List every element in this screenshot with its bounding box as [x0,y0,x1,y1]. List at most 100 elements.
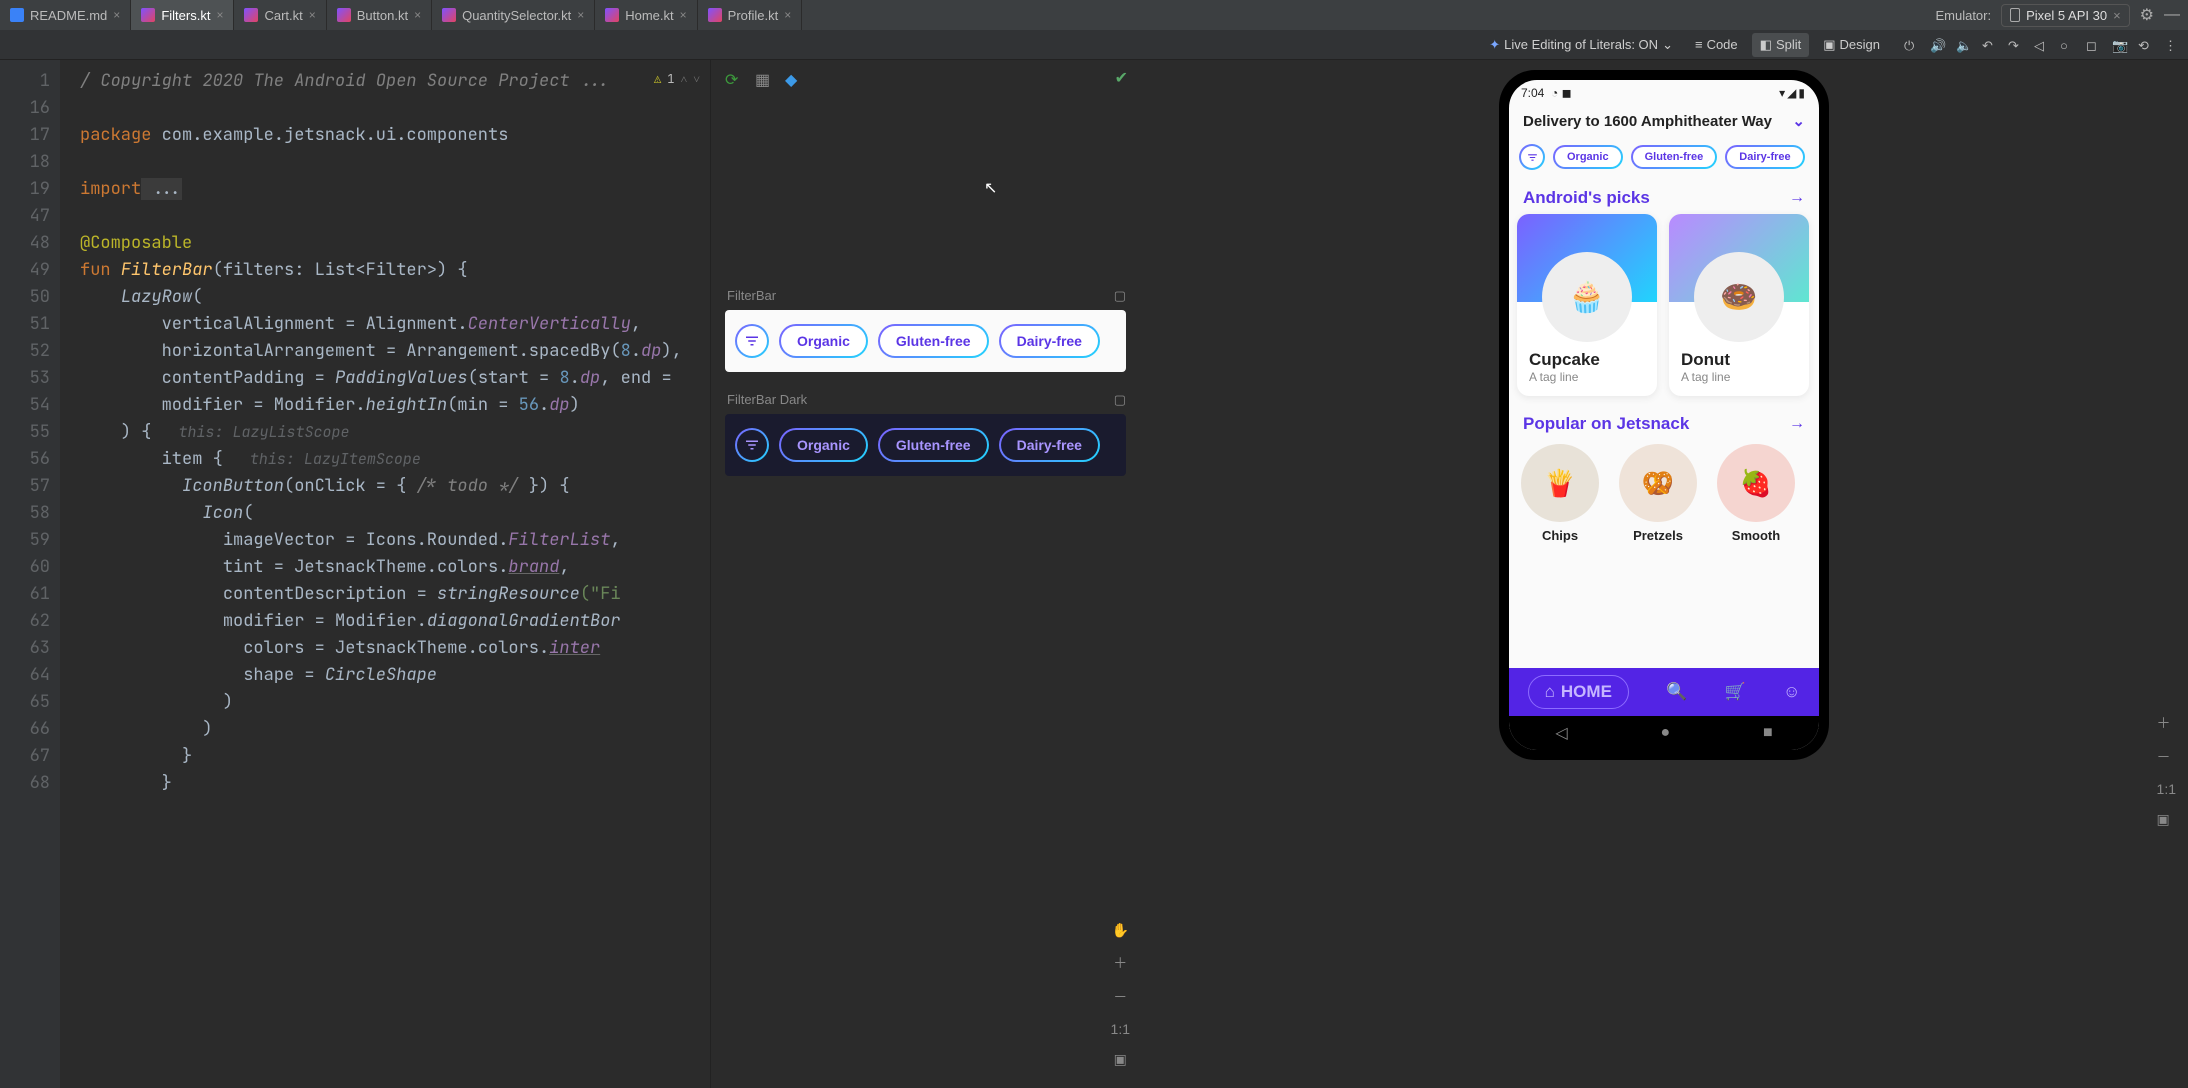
overview-icon[interactable]: ■ [1763,724,1773,742]
tab-quantity[interactable]: QuantitySelector.kt× [432,0,595,30]
overview-icon[interactable]: ◻ [2086,38,2100,52]
profile-icon[interactable]: ☺ [1783,682,1800,702]
home-icon[interactable]: ○ [2060,38,2074,52]
device-icon[interactable]: ▢ [1114,288,1126,304]
markdown-icon [10,8,24,22]
close-icon[interactable]: × [577,8,584,22]
chip-organic[interactable]: Organic [1553,145,1623,169]
live-edit-toggle[interactable]: ✦Live Editing of Literals: ON⌄ [1481,33,1681,57]
more-icon[interactable]: ⋮ [2164,38,2178,52]
popular-pretzels[interactable]: 🥨Pretzels [1619,444,1697,543]
close-icon[interactable]: × [2113,8,2121,23]
phone-frame: 7:04 ◔ ◼▾◢▮ Delivery to 1600 Amphitheate… [1499,70,1829,760]
minimize-icon[interactable]: — [2164,6,2180,24]
close-icon[interactable]: × [784,8,791,22]
editor-tab-bar: README.md× Filters.kt× Cart.kt× Button.k… [0,0,2188,30]
close-icon[interactable]: × [113,8,120,22]
interactive-icon[interactable]: ◆ [785,70,803,88]
screenshot-icon[interactable]: 📷 [2112,38,2126,52]
kotlin-icon [244,8,258,22]
search-icon[interactable]: 🔍 [1666,682,1687,702]
device-selector[interactable]: Pixel 5 API 30× [2001,4,2130,27]
preview-filterbar-light[interactable]: Organic Gluten-free Dairy-free [725,310,1126,372]
close-icon[interactable]: × [414,8,421,22]
close-icon[interactable]: × [309,8,316,22]
volume-down-icon[interactable]: 🔈 [1956,38,1970,52]
popular-chips[interactable]: 🍟Chips [1521,444,1599,543]
cart-icon[interactable]: 🛒 [1725,682,1746,702]
android-nav-bar[interactable]: ◁ ● ■ [1509,716,1819,750]
rotate-right-icon[interactable]: ↷ [2008,38,2022,52]
code-editor[interactable]: ⚠1˄˅ / Copyright 2020 The Android Open S… [60,60,710,1088]
arrow-right-icon[interactable]: → [1789,189,1805,207]
main-area: 1161718194748495051525354555657585960616… [0,60,2188,1088]
nav-home[interactable]: ⌂HOME [1528,675,1629,709]
emulator-controls: ⏻ 🔊 🔈 ↶ ↷ ◁ ○ ◻ 📷 ⟲ ⋮ [1904,38,2178,52]
home-icon[interactable]: ● [1660,724,1670,742]
app-filter-bar[interactable]: Organic Gluten-free Dairy-free [1509,140,1819,182]
chip-organic[interactable]: Organic [779,324,868,358]
chevron-up-icon[interactable]: ˄ [680,66,687,93]
pan-icon[interactable]: ✋ [1112,922,1129,939]
filter-list-icon[interactable] [1519,144,1545,170]
chip-dairy-free[interactable]: Dairy-free [999,428,1100,462]
chip-dairy-free[interactable]: Dairy-free [1725,145,1804,169]
chevron-down-icon[interactable]: ˅ [693,66,700,93]
close-icon[interactable]: × [216,8,223,22]
rotate-left-icon[interactable]: ↶ [1982,38,1996,52]
filter-list-icon[interactable] [735,428,769,462]
view-split[interactable]: ◧Split [1752,33,1810,57]
popular-smoothie[interactable]: 🍓Smooth [1717,444,1795,543]
view-code[interactable]: ≡Code [1687,33,1746,57]
kotlin-icon [141,8,155,22]
volume-up-icon[interactable]: 🔊 [1930,38,1944,52]
inspection-status[interactable]: ⚠1˄˅ [654,66,700,93]
chip-gluten-free[interactable]: Gluten-free [1631,145,1718,169]
filter-list-icon[interactable] [735,324,769,358]
tab-cart[interactable]: Cart.kt× [234,0,326,30]
emulator-panel: 7:04 ◔ ◼▾◢▮ Delivery to 1600 Amphitheate… [1140,60,2188,1088]
zoom-in-icon[interactable]: ＋ [1113,953,1127,973]
zoom-reset[interactable]: 1:1 [1111,1021,1130,1037]
popular-row[interactable]: 🍟Chips 🥨Pretzels 🍓Smooth [1509,440,1819,547]
view-design[interactable]: ▣Design [1815,33,1888,57]
zoom-out-icon[interactable]: － [2157,747,2176,767]
kotlin-icon [337,8,351,22]
chip-dairy-free[interactable]: Dairy-free [999,324,1100,358]
kotlin-icon [708,8,722,22]
gear-icon[interactable]: ⚙ [2140,5,2154,25]
reload-icon[interactable]: ⟲ [2138,38,2152,52]
tab-profile[interactable]: Profile.kt× [698,0,803,30]
tab-readme[interactable]: README.md× [0,0,131,30]
chip-gluten-free[interactable]: Gluten-free [878,324,989,358]
card-cupcake[interactable]: 🧁CupcakeA tag line [1517,214,1657,396]
device-icon[interactable]: ▢ [1114,392,1126,408]
close-icon[interactable]: × [680,8,687,22]
preview-filterbar-dark[interactable]: Organic Gluten-free Dairy-free [725,414,1126,476]
zoom-reset[interactable]: 1:1 [2157,781,2176,797]
fit-icon[interactable]: ▣ [1114,1051,1127,1068]
zoom-out-icon[interactable]: － [1113,987,1127,1007]
phone-screen[interactable]: 7:04 ◔ ◼▾◢▮ Delivery to 1600 Amphitheate… [1509,80,1819,750]
card-donut[interactable]: 🍩DonutA tag line [1669,214,1809,396]
chip-organic[interactable]: Organic [779,428,868,462]
line-gutter: 1161718194748495051525354555657585960616… [0,60,60,1088]
back-icon[interactable]: ◁ [2034,38,2048,52]
back-icon[interactable]: ◁ [1555,723,1567,743]
tab-home[interactable]: Home.kt× [595,0,697,30]
kotlin-icon [442,8,456,22]
delivery-address[interactable]: Delivery to 1600 Amphitheater Way⌄ [1509,102,1819,140]
home-icon: ⌂ [1545,682,1555,702]
chip-gluten-free[interactable]: Gluten-free [878,428,989,462]
phone-icon [2010,8,2020,22]
picks-row[interactable]: 🧁CupcakeA tag line 🍩DonutA tag line [1509,214,1819,408]
tab-filters[interactable]: Filters.kt× [131,0,234,30]
arrow-right-icon[interactable]: → [1789,415,1805,433]
tab-button[interactable]: Button.kt× [327,0,432,30]
bottom-nav[interactable]: ⌂HOME 🔍 🛒 ☺ [1509,668,1819,716]
zoom-in-icon[interactable]: ＋ [2157,713,2176,733]
refresh-icon[interactable]: ⟳ [725,70,743,88]
deploy-icon[interactable]: ▦ [755,70,773,88]
power-icon[interactable]: ⏻ [1904,38,1918,52]
fit-icon[interactable]: ▣ [2157,811,2176,828]
